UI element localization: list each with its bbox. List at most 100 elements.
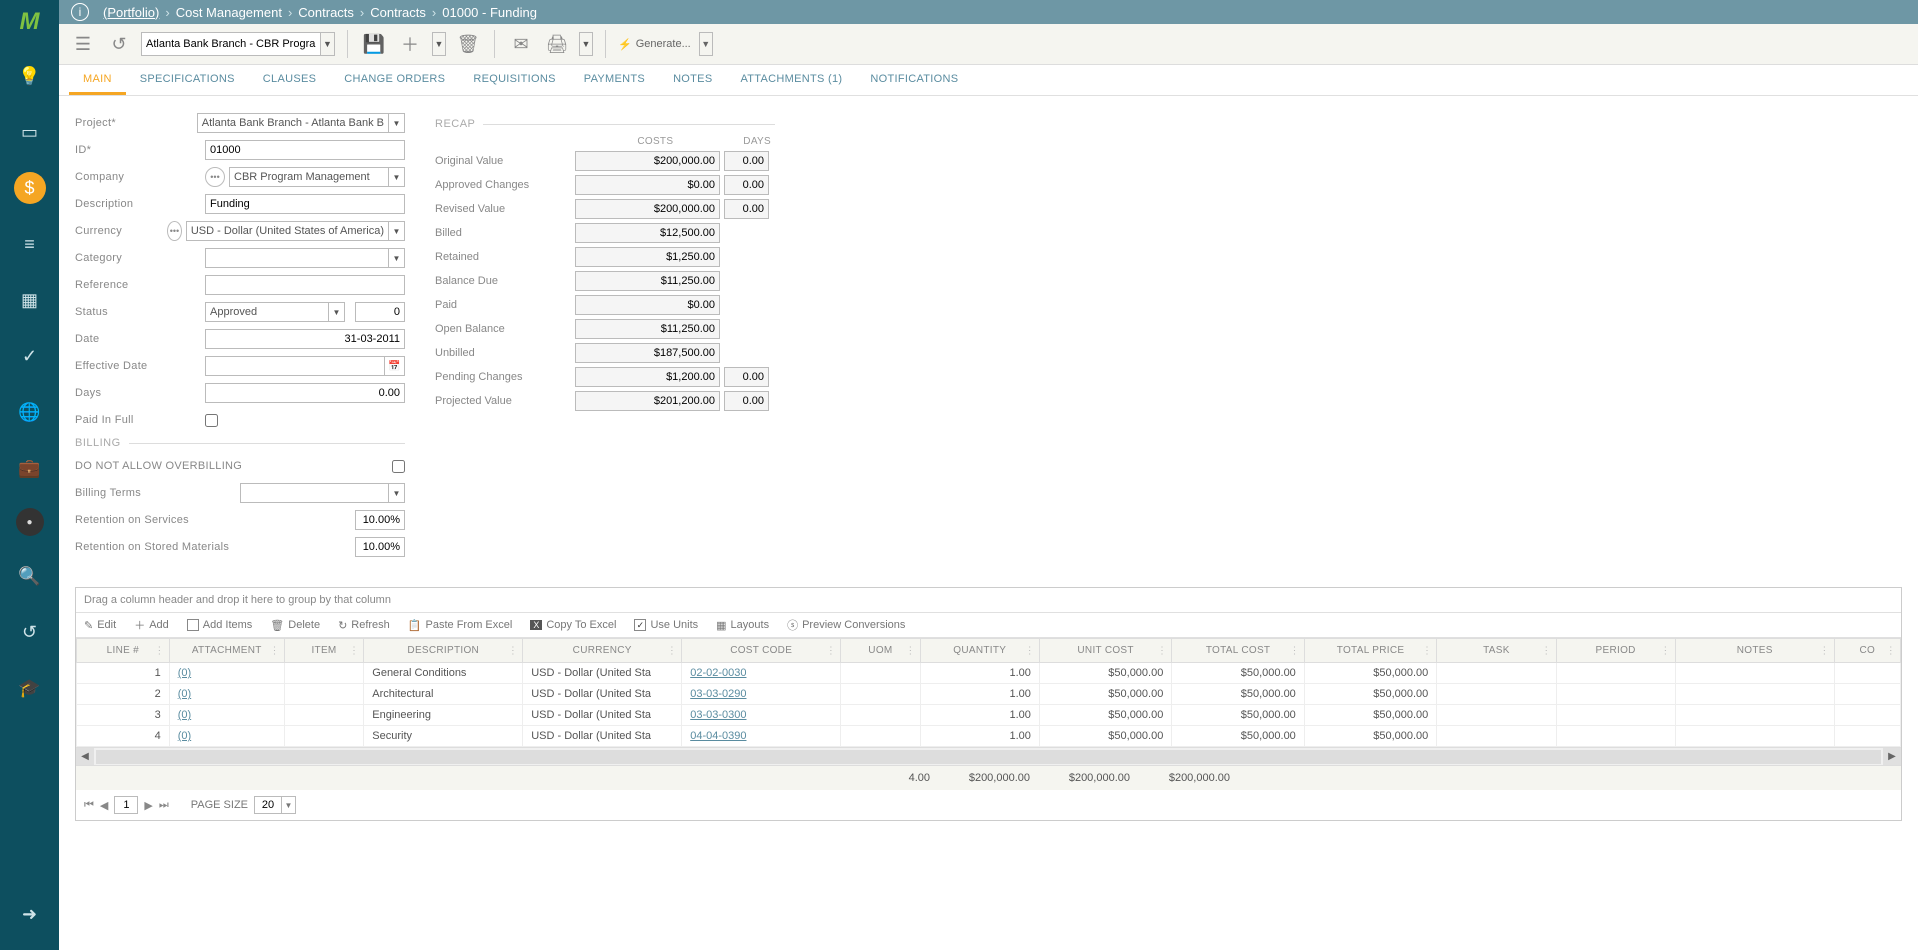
grid-copy-button[interactable]: XCopy To Excel — [530, 619, 616, 631]
column-menu-icon[interactable]: ⋮ — [1290, 645, 1300, 656]
project-field[interactable]: Atlanta Bank Branch - Atlanta Bank B▼ — [197, 113, 405, 133]
globe-icon[interactable]: 🌐 — [14, 396, 46, 428]
company-lookup-icon[interactable]: ••• — [205, 167, 225, 187]
print-icon[interactable]: 🖨 — [543, 30, 571, 58]
column-menu-icon[interactable]: ⋮ — [1157, 645, 1167, 656]
breadcrumb-portfolio[interactable]: (Portfolio) — [103, 5, 159, 20]
grid-column-header[interactable]: UNIT COST⋮ — [1039, 639, 1171, 663]
history-rail-icon[interactable]: ↺ — [14, 616, 46, 648]
grid-delete-button[interactable]: 🗑Delete — [270, 619, 320, 632]
tab-payments[interactable]: PAYMENTS — [570, 65, 659, 95]
page-size-arrow[interactable]: ▼ — [282, 796, 296, 814]
scroll-right-arrow[interactable]: ▶ — [1883, 748, 1901, 765]
briefcase-icon[interactable]: 💼 — [14, 452, 46, 484]
days-field[interactable] — [205, 383, 405, 403]
grid-paste-button[interactable]: 📋Paste From Excel — [408, 619, 513, 632]
column-menu-icon[interactable]: ⋮ — [1025, 645, 1035, 656]
info-icon[interactable]: i — [71, 3, 89, 21]
description-field[interactable] — [205, 194, 405, 214]
column-menu-icon[interactable]: ⋮ — [1819, 645, 1829, 656]
print-dropdown[interactable]: ▼ — [579, 32, 593, 56]
user-avatar[interactable]: ● — [16, 508, 44, 536]
billing-terms-field[interactable]: ▼ — [240, 483, 405, 503]
column-menu-icon[interactable]: ⋮ — [826, 645, 836, 656]
effective-date-field[interactable] — [205, 356, 385, 376]
column-menu-icon[interactable]: ⋮ — [1541, 645, 1551, 656]
scroll-left-arrow[interactable]: ◀ — [76, 748, 94, 765]
grid-preview-button[interactable]: ⓢPreview Conversions — [787, 617, 905, 633]
email-icon[interactable]: ✉ — [507, 30, 535, 58]
pager-prev-icon[interactable]: ◀ — [100, 799, 108, 812]
reference-field[interactable] — [205, 275, 405, 295]
tab-requisitions[interactable]: REQUISITIONS — [459, 65, 569, 95]
document-icon[interactable]: ▭ — [14, 116, 46, 148]
calendar-icon[interactable]: 📅 — [385, 356, 405, 376]
grid-refresh-button[interactable]: ↻Refresh — [338, 619, 390, 632]
pager-first-icon[interactable]: ⏮ — [84, 799, 94, 812]
add-icon[interactable]: ＋ — [396, 30, 424, 58]
add-dropdown[interactable]: ▼ — [432, 32, 446, 56]
column-menu-icon[interactable]: ⋮ — [508, 645, 518, 656]
grid-column-header[interactable]: ITEM⋮ — [284, 639, 363, 663]
save-icon[interactable]: 💾 — [360, 30, 388, 58]
project-selector[interactable] — [141, 32, 321, 56]
cell-cost-code[interactable]: 02-02-0030 — [682, 663, 841, 684]
grid-add-button[interactable]: ＋Add — [134, 617, 169, 633]
column-menu-icon[interactable]: ⋮ — [349, 645, 359, 656]
grid-column-header[interactable]: TOTAL PRICE⋮ — [1304, 639, 1436, 663]
cell-cost-code[interactable]: 04-04-0390 — [682, 726, 841, 747]
pager-next-icon[interactable]: ▶ — [144, 799, 152, 812]
column-menu-icon[interactable]: ⋮ — [1660, 645, 1670, 656]
id-field[interactable] — [205, 140, 405, 160]
dollar-icon[interactable]: $ — [14, 172, 46, 204]
grid-add-items-button[interactable]: Add Items — [187, 619, 253, 631]
tab-specifications[interactable]: SPECIFICATIONS — [126, 65, 249, 95]
menu-icon[interactable]: ☰ — [69, 30, 97, 58]
grid-column-header[interactable]: QUANTITY⋮ — [920, 639, 1039, 663]
column-menu-icon[interactable]: ⋮ — [667, 645, 677, 656]
cell-attachment[interactable]: (0) — [169, 726, 284, 747]
pager-last-icon[interactable]: ⏭ — [159, 799, 169, 812]
history-icon[interactable]: ↺ — [105, 30, 133, 58]
currency-field[interactable]: USD - Dollar (United States of America)▼ — [186, 221, 405, 241]
cell-attachment[interactable]: (0) — [169, 663, 284, 684]
grid-edit-button[interactable]: ✎Edit — [84, 619, 116, 632]
grid-column-header[interactable]: LINE #⋮ — [77, 639, 170, 663]
cell-attachment[interactable]: (0) — [169, 705, 284, 726]
grid-column-header[interactable]: DESCRIPTION⋮ — [364, 639, 523, 663]
grid-row[interactable]: 1 (0) General Conditions USD - Dollar (U… — [77, 663, 1901, 684]
column-menu-icon[interactable]: ⋮ — [905, 645, 915, 656]
column-menu-icon[interactable]: ⋮ — [1886, 645, 1896, 656]
list-icon[interactable]: ≡ — [14, 228, 46, 260]
grid-row[interactable]: 3 (0) Engineering USD - Dollar (United S… — [77, 705, 1901, 726]
ret-materials-field[interactable] — [355, 537, 405, 557]
grid-row[interactable]: 2 (0) Architectural USD - Dollar (United… — [77, 684, 1901, 705]
grid-column-header[interactable]: TOTAL COST⋮ — [1172, 639, 1304, 663]
column-menu-icon[interactable]: ⋮ — [269, 645, 279, 656]
grid-row[interactable]: 4 (0) Security USD - Dollar (United Sta … — [77, 726, 1901, 747]
grid-column-header[interactable]: CO⋮ — [1834, 639, 1900, 663]
column-menu-icon[interactable]: ⋮ — [154, 645, 164, 656]
tab-main[interactable]: MAIN — [69, 65, 126, 95]
cell-cost-code[interactable]: 03-03-0290 — [682, 684, 841, 705]
check-icon[interactable]: ✓ — [14, 340, 46, 372]
lightbulb-icon[interactable]: 💡 — [14, 60, 46, 92]
grid-layouts-button[interactable]: ▦Layouts — [716, 619, 769, 632]
logout-icon[interactable]: ➜ — [14, 898, 46, 930]
currency-lookup-icon[interactable]: ••• — [167, 221, 182, 241]
grid-use-units-toggle[interactable]: Use Units — [634, 619, 698, 631]
cell-cost-code[interactable]: 03-03-0300 — [682, 705, 841, 726]
overbilling-checkbox[interactable] — [392, 460, 405, 473]
page-size-input[interactable] — [254, 796, 282, 814]
tab-clauses[interactable]: CLAUSES — [249, 65, 330, 95]
column-menu-icon[interactable]: ⋮ — [1422, 645, 1432, 656]
company-field[interactable]: CBR Program Management▼ — [229, 167, 405, 187]
tab-notes[interactable]: NOTES — [659, 65, 726, 95]
category-field[interactable]: ▼ — [205, 248, 405, 268]
generate-button[interactable]: ⚡ Generate... ▼ — [618, 32, 713, 56]
grid-group-hint[interactable]: Drag a column header and drop it here to… — [76, 588, 1901, 613]
date-field[interactable] — [205, 329, 405, 349]
tab-attachments[interactable]: ATTACHMENTS (1) — [726, 65, 856, 95]
status-field[interactable]: Approved▼ — [205, 302, 345, 322]
search-icon[interactable]: 🔍 — [14, 560, 46, 592]
